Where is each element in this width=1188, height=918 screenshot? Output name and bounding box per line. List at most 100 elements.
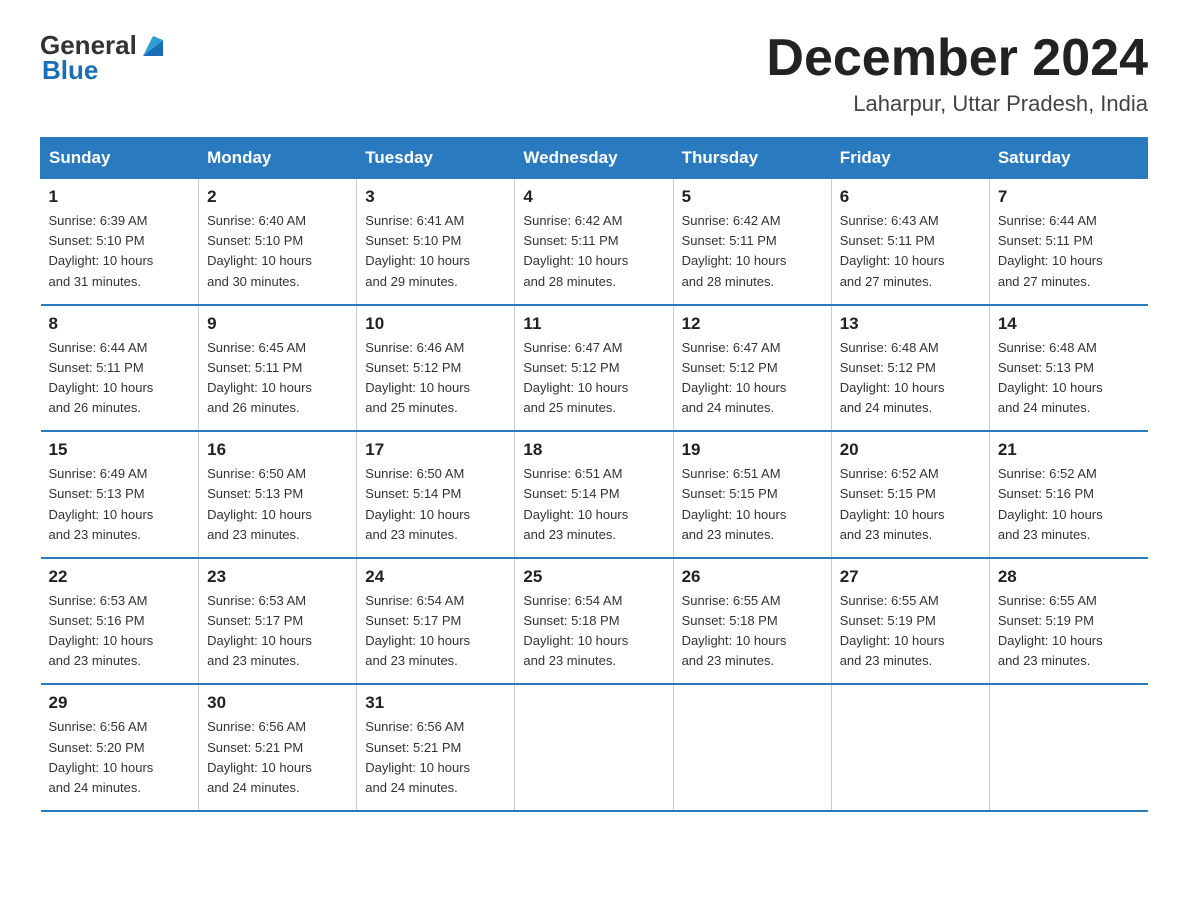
- day-cell: 13 Sunrise: 6:48 AMSunset: 5:12 PMDaylig…: [831, 305, 989, 432]
- day-info: Sunrise: 6:56 AMSunset: 5:21 PMDaylight:…: [365, 717, 506, 798]
- day-cell: 10 Sunrise: 6:46 AMSunset: 5:12 PMDaylig…: [357, 305, 515, 432]
- day-number: 18: [523, 440, 664, 460]
- day-cell: 17 Sunrise: 6:50 AMSunset: 5:14 PMDaylig…: [357, 431, 515, 558]
- header-thursday: Thursday: [673, 138, 831, 179]
- day-number: 9: [207, 314, 348, 334]
- day-info: Sunrise: 6:54 AMSunset: 5:17 PMDaylight:…: [365, 591, 506, 672]
- day-cell: 5 Sunrise: 6:42 AMSunset: 5:11 PMDayligh…: [673, 179, 831, 305]
- day-info: Sunrise: 6:53 AMSunset: 5:17 PMDaylight:…: [207, 591, 348, 672]
- day-cell: 15 Sunrise: 6:49 AMSunset: 5:13 PMDaylig…: [41, 431, 199, 558]
- day-cell: 18 Sunrise: 6:51 AMSunset: 5:14 PMDaylig…: [515, 431, 673, 558]
- day-info: Sunrise: 6:50 AMSunset: 5:14 PMDaylight:…: [365, 464, 506, 545]
- day-number: 15: [49, 440, 191, 460]
- day-number: 12: [682, 314, 823, 334]
- header-sunday: Sunday: [41, 138, 199, 179]
- header-tuesday: Tuesday: [357, 138, 515, 179]
- day-cell: 6 Sunrise: 6:43 AMSunset: 5:11 PMDayligh…: [831, 179, 989, 305]
- day-info: Sunrise: 6:52 AMSunset: 5:16 PMDaylight:…: [998, 464, 1140, 545]
- day-info: Sunrise: 6:47 AMSunset: 5:12 PMDaylight:…: [682, 338, 823, 419]
- day-cell: 20 Sunrise: 6:52 AMSunset: 5:15 PMDaylig…: [831, 431, 989, 558]
- logo-text-blue: Blue: [42, 55, 167, 86]
- week-row-2: 8 Sunrise: 6:44 AMSunset: 5:11 PMDayligh…: [41, 305, 1148, 432]
- day-cell: 7 Sunrise: 6:44 AMSunset: 5:11 PMDayligh…: [989, 179, 1147, 305]
- day-info: Sunrise: 6:39 AMSunset: 5:10 PMDaylight:…: [49, 211, 191, 292]
- page-header: General Blue December 2024 Laharpur, Utt…: [40, 30, 1148, 117]
- header-wednesday: Wednesday: [515, 138, 673, 179]
- day-cell: 1 Sunrise: 6:39 AMSunset: 5:10 PMDayligh…: [41, 179, 199, 305]
- day-cell: 23 Sunrise: 6:53 AMSunset: 5:17 PMDaylig…: [199, 558, 357, 685]
- day-info: Sunrise: 6:50 AMSunset: 5:13 PMDaylight:…: [207, 464, 348, 545]
- day-number: 19: [682, 440, 823, 460]
- logo: General Blue: [40, 30, 167, 86]
- day-cell: 25 Sunrise: 6:54 AMSunset: 5:18 PMDaylig…: [515, 558, 673, 685]
- day-number: 7: [998, 187, 1140, 207]
- day-cell: 26 Sunrise: 6:55 AMSunset: 5:18 PMDaylig…: [673, 558, 831, 685]
- week-row-1: 1 Sunrise: 6:39 AMSunset: 5:10 PMDayligh…: [41, 179, 1148, 305]
- header-friday: Friday: [831, 138, 989, 179]
- day-cell: 16 Sunrise: 6:50 AMSunset: 5:13 PMDaylig…: [199, 431, 357, 558]
- day-number: 21: [998, 440, 1140, 460]
- calendar-subtitle: Laharpur, Uttar Pradesh, India: [766, 91, 1148, 117]
- calendar-header: SundayMondayTuesdayWednesdayThursdayFrid…: [41, 138, 1148, 179]
- day-number: 29: [49, 693, 191, 713]
- day-info: Sunrise: 6:56 AMSunset: 5:20 PMDaylight:…: [49, 717, 191, 798]
- day-info: Sunrise: 6:44 AMSunset: 5:11 PMDaylight:…: [49, 338, 191, 419]
- day-number: 8: [49, 314, 191, 334]
- day-cell: 30 Sunrise: 6:56 AMSunset: 5:21 PMDaylig…: [199, 684, 357, 811]
- day-info: Sunrise: 6:54 AMSunset: 5:18 PMDaylight:…: [523, 591, 664, 672]
- day-cell: 29 Sunrise: 6:56 AMSunset: 5:20 PMDaylig…: [41, 684, 199, 811]
- day-number: 24: [365, 567, 506, 587]
- day-number: 14: [998, 314, 1140, 334]
- day-number: 10: [365, 314, 506, 334]
- day-info: Sunrise: 6:42 AMSunset: 5:11 PMDaylight:…: [523, 211, 664, 292]
- day-number: 31: [365, 693, 506, 713]
- header-row: SundayMondayTuesdayWednesdayThursdayFrid…: [41, 138, 1148, 179]
- day-cell: 14 Sunrise: 6:48 AMSunset: 5:13 PMDaylig…: [989, 305, 1147, 432]
- day-info: Sunrise: 6:47 AMSunset: 5:12 PMDaylight:…: [523, 338, 664, 419]
- day-number: 1: [49, 187, 191, 207]
- day-info: Sunrise: 6:49 AMSunset: 5:13 PMDaylight:…: [49, 464, 191, 545]
- calendar-table: SundayMondayTuesdayWednesdayThursdayFrid…: [40, 137, 1148, 812]
- day-info: Sunrise: 6:41 AMSunset: 5:10 PMDaylight:…: [365, 211, 506, 292]
- day-cell: 4 Sunrise: 6:42 AMSunset: 5:11 PMDayligh…: [515, 179, 673, 305]
- day-info: Sunrise: 6:52 AMSunset: 5:15 PMDaylight:…: [840, 464, 981, 545]
- day-number: 22: [49, 567, 191, 587]
- header-saturday: Saturday: [989, 138, 1147, 179]
- day-cell: 11 Sunrise: 6:47 AMSunset: 5:12 PMDaylig…: [515, 305, 673, 432]
- day-cell: 2 Sunrise: 6:40 AMSunset: 5:10 PMDayligh…: [199, 179, 357, 305]
- day-cell: 12 Sunrise: 6:47 AMSunset: 5:12 PMDaylig…: [673, 305, 831, 432]
- week-row-4: 22 Sunrise: 6:53 AMSunset: 5:16 PMDaylig…: [41, 558, 1148, 685]
- day-number: 11: [523, 314, 664, 334]
- day-cell: 28 Sunrise: 6:55 AMSunset: 5:19 PMDaylig…: [989, 558, 1147, 685]
- day-number: 6: [840, 187, 981, 207]
- day-info: Sunrise: 6:55 AMSunset: 5:19 PMDaylight:…: [840, 591, 981, 672]
- day-info: Sunrise: 6:46 AMSunset: 5:12 PMDaylight:…: [365, 338, 506, 419]
- day-info: Sunrise: 6:55 AMSunset: 5:18 PMDaylight:…: [682, 591, 823, 672]
- day-number: 3: [365, 187, 506, 207]
- day-number: 2: [207, 187, 348, 207]
- day-cell: 3 Sunrise: 6:41 AMSunset: 5:10 PMDayligh…: [357, 179, 515, 305]
- day-number: 4: [523, 187, 664, 207]
- day-cell: [831, 684, 989, 811]
- day-number: 5: [682, 187, 823, 207]
- day-cell: 31 Sunrise: 6:56 AMSunset: 5:21 PMDaylig…: [357, 684, 515, 811]
- day-number: 25: [523, 567, 664, 587]
- week-row-3: 15 Sunrise: 6:49 AMSunset: 5:13 PMDaylig…: [41, 431, 1148, 558]
- day-cell: [989, 684, 1147, 811]
- day-number: 28: [998, 567, 1140, 587]
- day-info: Sunrise: 6:42 AMSunset: 5:11 PMDaylight:…: [682, 211, 823, 292]
- calendar-title: December 2024: [766, 30, 1148, 87]
- day-info: Sunrise: 6:56 AMSunset: 5:21 PMDaylight:…: [207, 717, 348, 798]
- day-cell: [673, 684, 831, 811]
- week-row-5: 29 Sunrise: 6:56 AMSunset: 5:20 PMDaylig…: [41, 684, 1148, 811]
- title-block: December 2024 Laharpur, Uttar Pradesh, I…: [766, 30, 1148, 117]
- day-info: Sunrise: 6:48 AMSunset: 5:12 PMDaylight:…: [840, 338, 981, 419]
- day-cell: 21 Sunrise: 6:52 AMSunset: 5:16 PMDaylig…: [989, 431, 1147, 558]
- day-number: 26: [682, 567, 823, 587]
- day-cell: 19 Sunrise: 6:51 AMSunset: 5:15 PMDaylig…: [673, 431, 831, 558]
- day-info: Sunrise: 6:53 AMSunset: 5:16 PMDaylight:…: [49, 591, 191, 672]
- day-cell: 27 Sunrise: 6:55 AMSunset: 5:19 PMDaylig…: [831, 558, 989, 685]
- day-info: Sunrise: 6:44 AMSunset: 5:11 PMDaylight:…: [998, 211, 1140, 292]
- day-cell: [515, 684, 673, 811]
- day-cell: 24 Sunrise: 6:54 AMSunset: 5:17 PMDaylig…: [357, 558, 515, 685]
